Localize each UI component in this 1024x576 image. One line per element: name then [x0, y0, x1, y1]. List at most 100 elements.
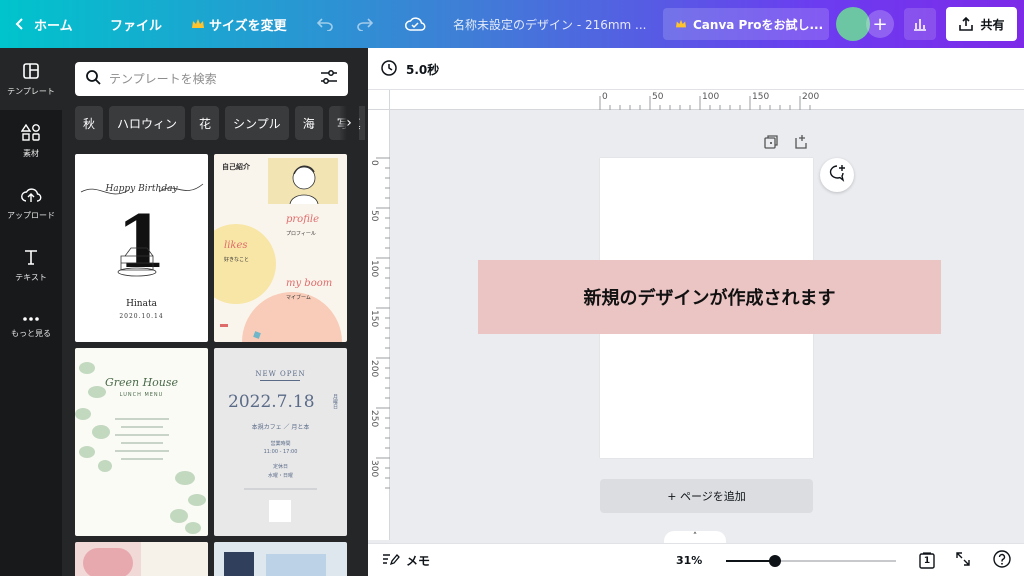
page-count-button[interactable]: 1: [916, 544, 938, 576]
photo-block: [266, 554, 326, 576]
chevron-up-icon: ˄: [692, 532, 698, 542]
template-panel: 秋 ハロウィン 花 シンプル 海 写真 › Happy Birthday 1 H…: [62, 48, 368, 576]
expand-icon: [955, 551, 971, 571]
template-subtitle: LUNCH MENU: [119, 392, 164, 398]
crown-icon: [191, 18, 205, 30]
document-title[interactable]: 名称未設定のデザイン - 216mm ...: [453, 0, 647, 48]
pencil-notes-icon: [382, 552, 400, 569]
zoom-slider-fill: [726, 560, 776, 562]
chip-halloween[interactable]: ハロウィン: [109, 106, 186, 140]
fullscreen-button[interactable]: [952, 544, 974, 576]
chip-autumn[interactable]: 秋: [75, 106, 104, 140]
template-card-green-house[interactable]: Green House LUNCH MENU: [75, 348, 208, 536]
page-number: 1: [923, 555, 931, 566]
add-page-button[interactable]: + ページを追加: [600, 479, 813, 513]
duration-label: 5.0秒: [406, 62, 440, 77]
ruler-left-label: 0: [369, 160, 379, 166]
cake-illustration: [117, 247, 157, 277]
rail-item-label: テンプレート: [7, 86, 55, 96]
rail-item-label: もっと見る: [11, 329, 51, 338]
template-date: 2020.10.14: [119, 313, 164, 320]
rail-item-text[interactable]: テキスト: [0, 234, 62, 296]
template-card-birthday[interactable]: Happy Birthday 1 Hinata 2020.10.14: [75, 154, 208, 342]
redo-icon: [356, 17, 374, 31]
avatar[interactable]: [836, 7, 870, 41]
chip-simple[interactable]: シンプル: [225, 106, 289, 140]
chips-next-button[interactable]: ›: [339, 106, 359, 140]
redo-button[interactable]: [356, 0, 374, 48]
pro-trial-label: Canva Proをお試し...: [693, 17, 824, 32]
more-icon: [22, 315, 40, 324]
pages-icon: 1: [918, 551, 936, 570]
zoom-slider-knob[interactable]: [769, 555, 782, 567]
add-page-icon[interactable]: [793, 134, 809, 152]
portrait-illustration: [268, 158, 338, 205]
logo-box: [269, 500, 291, 522]
upload-icon: [20, 186, 42, 206]
duration-button[interactable]: 5.0秒: [380, 48, 439, 90]
help-button[interactable]: [990, 544, 1014, 576]
menu-lines: [115, 412, 169, 482]
bar-chart-icon: [912, 17, 928, 31]
template-search[interactable]: [75, 62, 348, 96]
share-upload-icon: [958, 16, 974, 32]
template-card-photo-interior[interactable]: [214, 542, 347, 576]
template-boom: my boom: [286, 278, 333, 289]
address-line: [244, 488, 317, 490]
share-button[interactable]: 共有: [946, 7, 1017, 41]
ruler-top-label: 150: [752, 92, 770, 102]
ruler-top-label: 100: [702, 92, 720, 102]
filter-chips: 秋 ハロウィン 花 シンプル 海 写真 ›: [75, 106, 365, 140]
add-collaborator-button[interactable]: +: [866, 10, 894, 38]
page-view-toggle[interactable]: ˄: [664, 531, 726, 543]
template-card-profile[interactable]: 自己紹介 profile プロフィール likes 好きなこと my boom …: [214, 154, 347, 342]
comment-plus-icon: [828, 164, 846, 186]
filter-icon[interactable]: [320, 69, 338, 89]
resize-button[interactable]: サイズを変更: [191, 0, 287, 48]
badge-underline: [260, 380, 300, 381]
template-holiday-label: 定休日: [272, 464, 288, 470]
photo-block: [224, 552, 254, 576]
ruler-top: 0 50 100 150 200: [390, 90, 1024, 110]
add-comment-button[interactable]: [820, 158, 854, 192]
chip-sea[interactable]: 海: [294, 106, 323, 140]
ruler-top-label: 50: [652, 92, 664, 102]
cloud-save-button[interactable]: [404, 0, 426, 48]
share-label: 共有: [980, 17, 1005, 32]
rail-item-more[interactable]: もっと見る: [0, 296, 62, 358]
template-card-new-open[interactable]: NEW OPEN 2022.7.18 月曜日 本規カフェ ／ 月と本 営業時間 …: [214, 348, 347, 536]
zoom-slider[interactable]: [726, 555, 896, 567]
template-likes: likes: [224, 240, 248, 251]
template-card-photo-pink[interactable]: [75, 542, 208, 576]
template-holiday: 水曜・日曜: [267, 473, 293, 479]
undo-button[interactable]: [316, 0, 334, 48]
search-icon: [85, 69, 101, 89]
plus-icon: +: [872, 13, 888, 35]
search-input[interactable]: [109, 72, 320, 86]
insights-button[interactable]: [904, 8, 936, 40]
clock-icon: [380, 59, 398, 80]
ruler-top-label: 0: [602, 92, 608, 102]
template-boom-jp: マイブーム: [286, 295, 311, 301]
rail-item-elements[interactable]: 素材: [0, 110, 62, 172]
file-menu-button[interactable]: ファイル: [110, 0, 162, 48]
decor-dash: [220, 324, 228, 327]
rail-item-templates[interactable]: テンプレート: [0, 48, 62, 110]
rail-item-uploads[interactable]: アップロード: [0, 172, 62, 234]
template-badge: NEW OPEN: [255, 370, 306, 378]
new-design-banner: 新規のデザインが作成されます: [478, 260, 941, 334]
chip-flower[interactable]: 花: [191, 106, 220, 140]
template-hours-label: 営業時間: [270, 441, 291, 447]
ruler-left-label: 150: [369, 310, 379, 328]
template-date: 2022.7.18: [228, 392, 315, 412]
crown-icon: [675, 19, 687, 29]
notes-button[interactable]: メモ: [382, 544, 430, 576]
duplicate-page-icon[interactable]: [763, 134, 779, 152]
canva-pro-trial-button[interactable]: Canva Proをお試し...: [663, 8, 829, 40]
zoom-value[interactable]: 31%: [676, 544, 702, 576]
home-button[interactable]: ホーム: [14, 0, 73, 48]
template-name: Hinata: [126, 299, 157, 309]
chevron-left-icon: [14, 17, 26, 31]
ruler-left-label: 200: [369, 360, 379, 378]
side-rail: テンプレート 素材 アップロード テキスト もっと見る: [0, 48, 62, 576]
